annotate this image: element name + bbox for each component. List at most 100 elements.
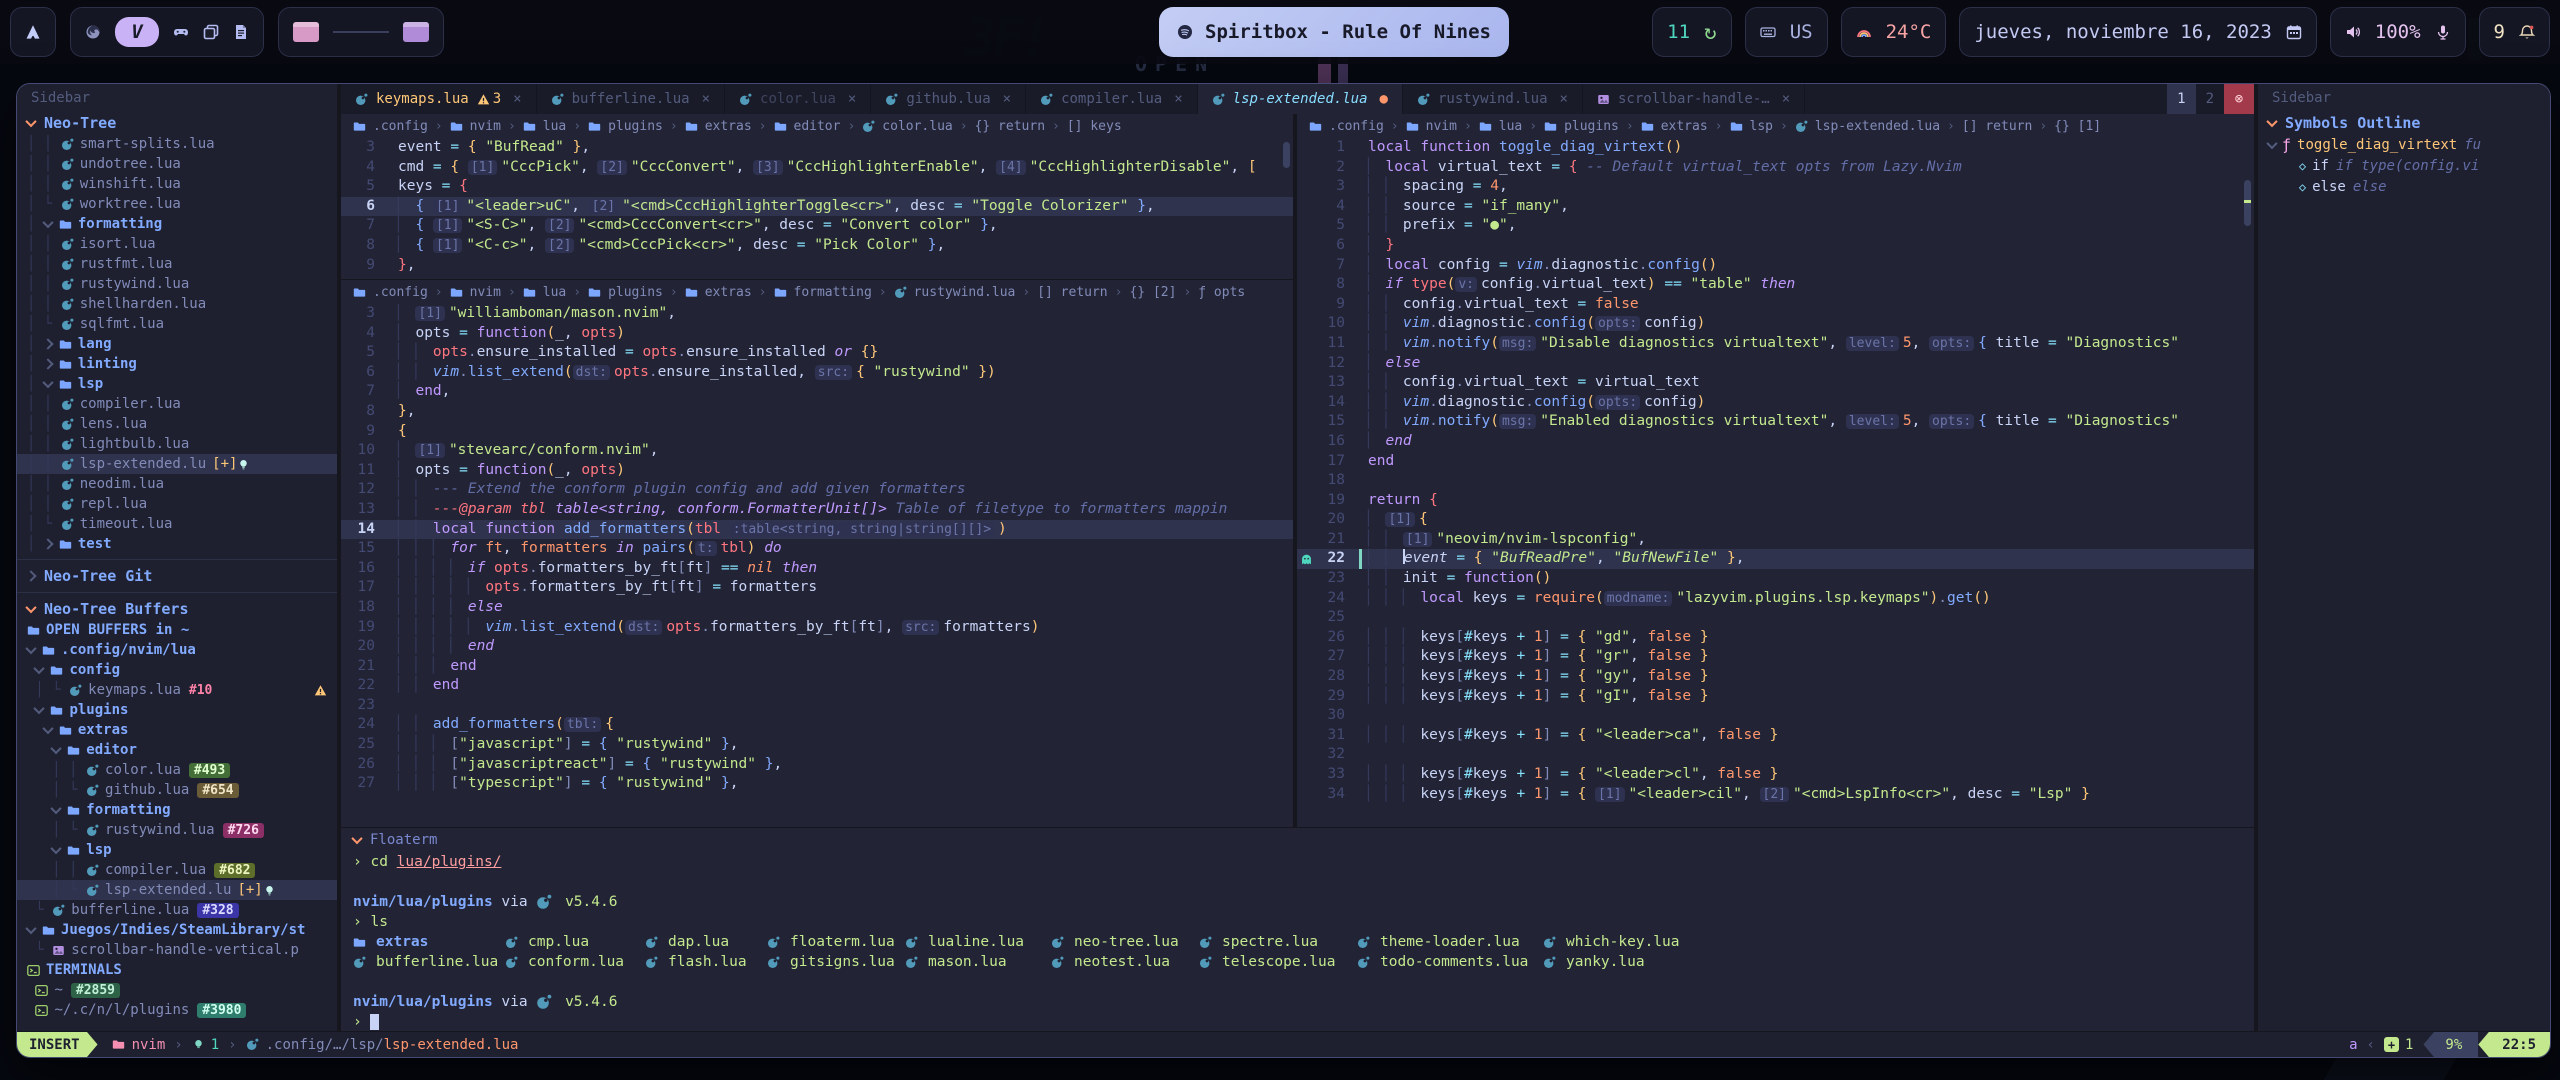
buffer-tab[interactable]: keymaps.lua 3 × [341, 84, 537, 114]
code-line[interactable]: 30 [1297, 706, 2254, 726]
tree-row[interactable]: │ │ neodim.lua [17, 474, 337, 494]
code-line[interactable]: 6 ▏ } [1297, 236, 2254, 256]
code-line[interactable]: 6 ▏ ▏ vim.list_extend(dst:opts.ensure_in… [341, 363, 1293, 383]
tabpage-1[interactable]: 1 [2167, 84, 2195, 114]
code-line[interactable]: 16 ▏ ▏ ▏ ▏ if opts.formatters_by_ft[ft] … [341, 559, 1293, 579]
buffer-tab[interactable]: bufferline.lua × [537, 84, 725, 114]
workspace-games-icon[interactable] [173, 24, 189, 40]
breadcrumb-segment[interactable]: [] keys [1067, 119, 1122, 134]
breadcrumb-segment[interactable]: [] return [1962, 119, 2032, 134]
breadcrumb-segment[interactable]: {} [1] [2054, 119, 2101, 134]
code-line[interactable]: 9 ▏ ▏ config.virtual_text = false [1297, 295, 2254, 315]
breadcrumb-segment[interactable]: nvim [1426, 119, 1457, 134]
breadcrumb-segment[interactable]: .config [1329, 119, 1384, 134]
tree-row[interactable]: │ lsp [17, 374, 337, 394]
tree-row[interactable]: │ │ undotree.lua [17, 154, 337, 174]
code-line[interactable]: 27 ▏ ▏ ▏ keys[#keys + 1] = { "gr", false… [1297, 647, 2254, 667]
code-line[interactable]: 13 ▏ ▏ config.virtual_text = virtual_tex… [1297, 373, 2254, 393]
close-icon[interactable]: × [848, 91, 856, 107]
buffer-tab[interactable]: lsp-extended.lua ● [1198, 84, 1403, 114]
arch-logo-icon[interactable] [25, 24, 41, 40]
launcher-pill[interactable] [10, 7, 56, 57]
code-line[interactable]: 18 ▏ ▏ ▏ ▏ else [341, 598, 1293, 618]
close-icon[interactable]: × [513, 91, 521, 107]
code-line[interactable]: 27 ▏ ▏ ▏ ["typescript"] = { "rustywind" … [341, 774, 1293, 794]
code-line[interactable]: 8 ▏ { [1]"<C-c>", [2]"<cmd>CccPick<cr>",… [341, 236, 1293, 256]
code-line[interactable]: 18 [1297, 471, 2254, 491]
floaterm-header[interactable]: Floaterm [341, 828, 2254, 852]
code-line[interactable]: 2 ▏ local virtual_text = { -- Default vi… [1297, 158, 2254, 178]
tree-row[interactable]: │ │ rustfmt.lua [17, 254, 337, 274]
tree-row[interactable]: │ └ timeout.lua [17, 514, 337, 534]
date-pill[interactable]: jueves, noviembre 16, 2023 [1959, 7, 2316, 57]
tree-row[interactable]: │ │ lsp-extended.lu [+] [17, 454, 337, 474]
tree-row[interactable]: │ └ rustywind.lua #726 [17, 820, 337, 840]
outline-item[interactable]: ◇ if if type(config.vi [2258, 155, 2550, 176]
scrollbar-handle[interactable] [1283, 142, 1290, 168]
code-line[interactable]: 17 end [1297, 452, 2254, 472]
breadcrumb-segment[interactable]: lsp-extended.lua [1815, 119, 1940, 134]
breadcrumb-segment[interactable]: plugins [1564, 119, 1619, 134]
close-icon[interactable]: × [1003, 91, 1011, 107]
tree-row[interactable]: │ formatting [17, 214, 337, 234]
code-line[interactable]: 33 ▏ ▏ ▏ keys[#keys + 1] = { "<leader>cl… [1297, 765, 2254, 785]
code-line[interactable]: 23 ▏ ▏ init = function() [1297, 569, 2254, 589]
code-line[interactable]: 8 }, [341, 402, 1293, 422]
tree-row[interactable]: │ │ compiler.lua [17, 394, 337, 414]
tree-row[interactable]: config [17, 660, 337, 680]
code-line[interactable]: 12 ▏ ▏ --- Extend the conform plugin con… [341, 480, 1293, 500]
color-lua-pane[interactable]: .config›nvim›lua›plugins›extras›editor›c… [341, 114, 1293, 280]
rustywind-lua-pane[interactable]: .config›nvim›lua›plugins›extras›formatti… [341, 280, 1293, 827]
file-path-name[interactable]: lsp-extended.lua [384, 1037, 519, 1053]
outline-section-header[interactable]: Symbols Outline [2258, 112, 2550, 134]
tree-row[interactable]: │ │ color.lua #493 [17, 760, 337, 780]
buffer-tab[interactable]: rustywind.lua × [1403, 84, 1583, 114]
project-name[interactable]: nvim [132, 1037, 166, 1053]
code-line[interactable]: 7 ▏ { [1]"<S-C>", [2]"<cmd>CccConvert<cr… [341, 216, 1293, 236]
tree-row[interactable]: │ lang [17, 334, 337, 354]
window-preview-thumbnail[interactable] [293, 22, 319, 42]
code-line[interactable]: 4 cmd = { [1]"CccPick", [2]"CccConvert",… [341, 158, 1293, 178]
code-line[interactable]: 15 ▏ ▏ vim.notify(msg:"Enabled diagnosti… [1297, 412, 2254, 432]
buffer-tab[interactable]: color.lua × [725, 84, 871, 114]
tree-row[interactable]: Juegos/Indies/SteamLibrary/st [17, 920, 337, 940]
code-line[interactable]: 31 ▏ ▏ ▏ keys[#keys + 1] = { "<leader>ca… [1297, 726, 2254, 746]
tree-row[interactable]: └ bufferline.lua #328 [17, 900, 337, 920]
code-line[interactable]: 8 ▏ if type(v:config.virtual_text) == "t… [1297, 275, 2254, 295]
window-preview-thumbnail[interactable] [403, 22, 429, 42]
tree-row[interactable]: │ │ smart-splits.lua [17, 134, 337, 154]
buffer-tab[interactable]: scrollbar-handle-… × [1583, 84, 1805, 114]
tree-row[interactable]: ~ #2859 [17, 980, 337, 1000]
code-line[interactable]: 29 ▏ ▏ ▏ keys[#keys + 1] = { "gI", false… [1297, 687, 2254, 707]
code-line[interactable]: 11 ▏ ▏ vim.notify(msg:"Disable diagnosti… [1297, 334, 2254, 354]
breadcrumb-segment[interactable]: formatting [794, 285, 872, 300]
neotree-section-buffers[interactable]: Neo-Tree Buffers [17, 598, 337, 620]
workspace-windows-icon[interactable] [203, 24, 219, 40]
breadcrumb-segment[interactable]: lua [543, 285, 566, 300]
tree-row[interactable]: │ │ shellharden.lua [17, 294, 337, 314]
updates-pill[interactable]: 11 ↻ [1652, 7, 1732, 57]
tree-row[interactable]: │ │ lightbulb.lua [17, 434, 337, 454]
code-line[interactable]: 5 ▏ ▏ prefix = "●", [1297, 216, 2254, 236]
close-icon[interactable]: × [702, 91, 710, 107]
code-line[interactable]: 21 ▏ ▏ [1]"neovim/nvim-lspconfig", [1297, 530, 2254, 550]
code-line[interactable]: 20 ▏ [1]{ [1297, 510, 2254, 530]
code-line[interactable]: 25 [1297, 608, 2254, 628]
tree-row[interactable]: │ │ rustywind.lua [17, 274, 337, 294]
tree-row[interactable]: lsp [17, 840, 337, 860]
tree-row[interactable]: └ scrollbar-handle-vertical.p [17, 940, 337, 960]
breadcrumb-segment[interactable]: lsp [1750, 119, 1773, 134]
tree-row[interactable]: OPEN BUFFERS in ~ [17, 620, 337, 640]
code-line[interactable]: 10 ▏ [1]"stevearc/conform.nvim", [341, 441, 1293, 461]
close-all-button[interactable]: ⊗ [2224, 84, 2254, 114]
code-line[interactable]: 16 ▏ end [1297, 432, 2254, 452]
code-line[interactable]: 4 ▏ ▏ source = "if_many", [1297, 197, 2254, 217]
breadcrumb-segment[interactable]: plugins [608, 285, 663, 300]
tree-row[interactable]: ~/.c/n/l/plugins #3980 [17, 1000, 337, 1020]
tree-row[interactable]: │ └ keymaps.lua #10 [17, 680, 337, 700]
tree-row[interactable]: │ │ isort.lua [17, 234, 337, 254]
lsp-extended-pane[interactable]: .config›nvim›lua›plugins›extras›lsp›lsp-… [1297, 114, 2254, 827]
tree-row[interactable]: │ └ worktree.lua [17, 194, 337, 214]
tab-plus-icon[interactable]: + [2384, 1037, 2399, 1052]
code-line[interactable]: 1 local function toggle_diag_virtext() [1297, 138, 2254, 158]
